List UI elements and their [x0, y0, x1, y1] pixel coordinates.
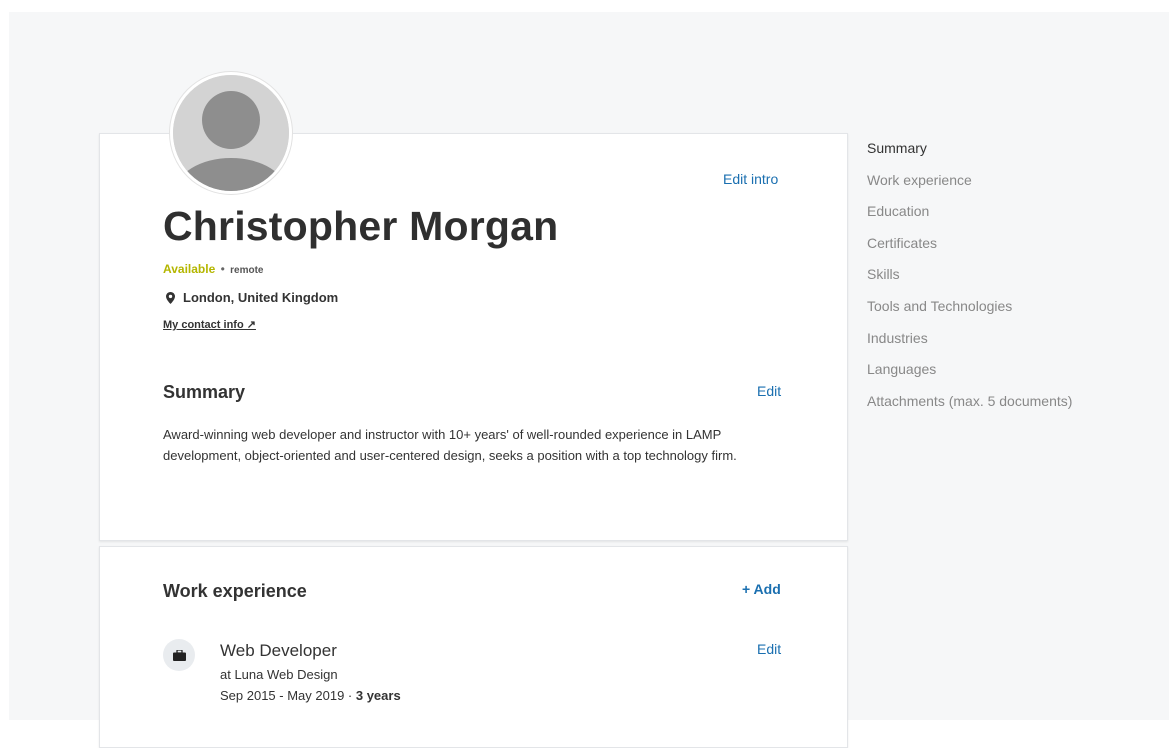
intro-card [99, 133, 848, 541]
job-icon-container [163, 639, 195, 671]
availability-status: Available • remote [163, 262, 264, 276]
nav-item-work-experience[interactable]: Work experience [867, 171, 1072, 203]
nav-item-industries[interactable]: Industries [867, 329, 1072, 361]
nav-item-tools-and-technologies[interactable]: Tools and Technologies [867, 297, 1072, 329]
profile-name: Christopher Morgan [163, 203, 559, 249]
contact-info-link[interactable]: My contact info ↗ [163, 318, 256, 331]
job-title: Web Developer [220, 641, 337, 660]
summary-title: Summary [163, 382, 246, 402]
nav-item-summary[interactable]: Summary [867, 139, 1072, 171]
location-text: London, United Kingdom [183, 290, 339, 305]
work-experience-title: Work experience [163, 581, 307, 601]
job-duration: 3 years [355, 688, 401, 703]
availability-label: Available [163, 262, 216, 276]
nav-item-education[interactable]: Education [867, 202, 1072, 234]
job-edit-button[interactable]: Edit [757, 641, 781, 657]
job-company: at Luna Web Design [220, 667, 338, 682]
user-placeholder-icon [173, 75, 289, 191]
summary-edit-button[interactable]: Edit [757, 383, 781, 399]
nav-item-skills[interactable]: Skills [867, 265, 1072, 297]
nav-item-languages[interactable]: Languages [867, 360, 1072, 392]
summary-text: Award-winning web developer and instruct… [163, 427, 737, 463]
edit-intro-button[interactable]: Edit intro [723, 171, 778, 187]
job-dates: Sep 2015 - May 2019 · 3 years [220, 688, 401, 703]
nav-item-attachments[interactable]: Attachments (max. 5 documents) [867, 392, 1072, 424]
location: London, United Kingdom [166, 290, 338, 305]
work-experience-card [99, 546, 848, 748]
side-nav: Summary Work experience Education Certif… [867, 139, 1072, 423]
separator-dot: • [220, 262, 225, 276]
avatar[interactable] [170, 72, 292, 194]
map-pin-icon [166, 291, 175, 304]
nav-item-certificates[interactable]: Certificates [867, 234, 1072, 266]
work-mode-label: remote [230, 265, 264, 276]
add-work-experience-button[interactable]: + Add [742, 581, 781, 597]
briefcase-icon [172, 649, 186, 661]
job-date-range: Sep 2015 - May 2019 · [220, 688, 356, 703]
